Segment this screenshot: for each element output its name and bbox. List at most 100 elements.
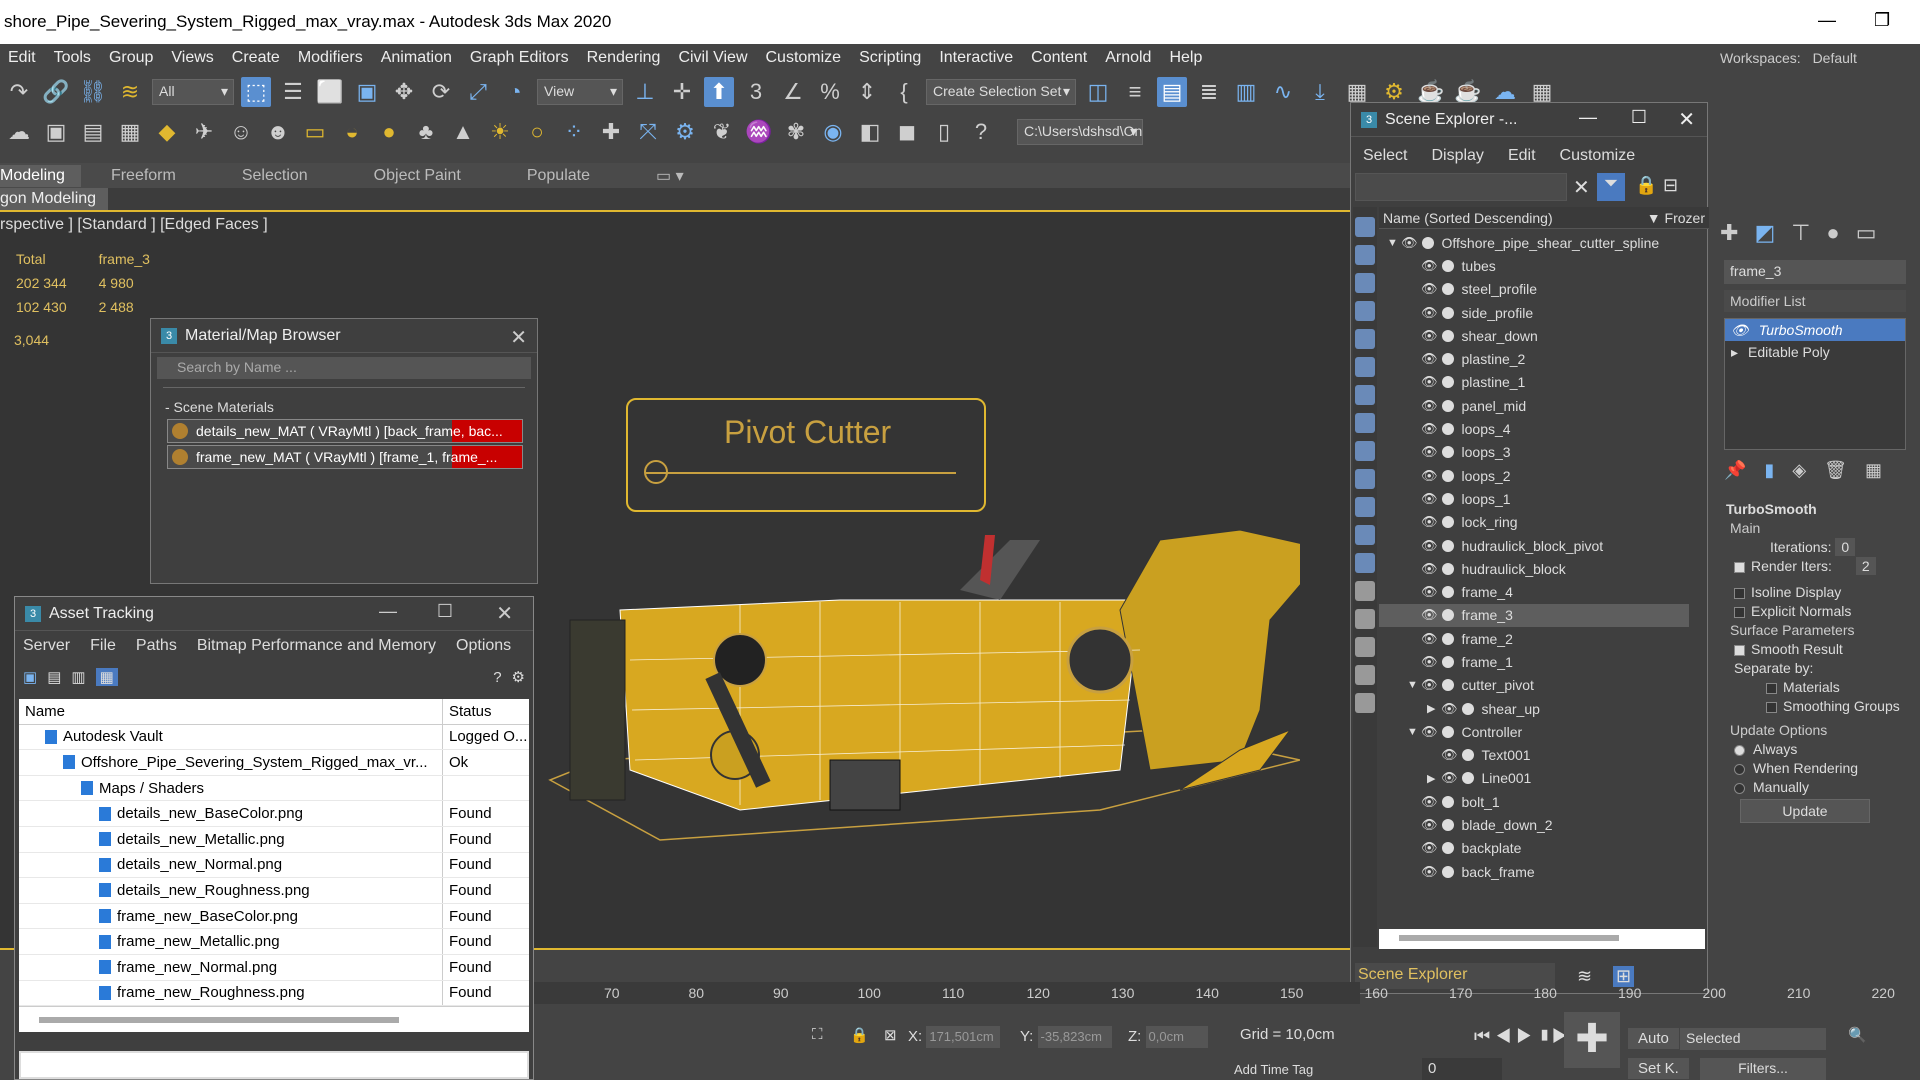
menu-create[interactable]: Create — [224, 49, 290, 67]
visibility-eye-icon[interactable]: 👁 — [1421, 561, 1438, 577]
controller-knob[interactable] — [644, 460, 668, 484]
minimize-button[interactable]: — — [1818, 10, 1836, 31]
dome-icon[interactable]: ◒ — [337, 117, 367, 147]
scene-node[interactable]: 👁 plastine_2 — [1379, 347, 1689, 370]
fern-icon[interactable]: ❦ — [707, 117, 737, 147]
shapes-filter-icon[interactable] — [1355, 273, 1375, 293]
auto-key-button[interactable]: Auto — [1628, 1028, 1679, 1049]
viewport-icon[interactable]: ▣ — [41, 117, 71, 147]
table-row[interactable]: frame_new_BaseColor.png Found — [19, 903, 529, 930]
clear-search-icon[interactable]: ✕ — [1573, 175, 1590, 200]
named-sets-icon[interactable]: { — [889, 77, 919, 107]
ribbon-tab-freeform[interactable]: Freeform — [81, 167, 212, 185]
visibility-eye-icon[interactable]: 👁 — [1421, 374, 1438, 390]
scene-node[interactable]: 👁 hudraulick_block — [1379, 557, 1689, 580]
cloud-icon[interactable]: ☁ — [4, 117, 34, 147]
scene-node[interactable]: 👁 hudraulick_block_pivot — [1379, 534, 1689, 557]
material-item[interactable]: frame_new_MAT ( VRayMtl ) [frame_1, fram… — [167, 445, 523, 469]
expand-arrow-icon[interactable]: ▶ — [1427, 772, 1441, 785]
x-field[interactable]: 171,501cm — [926, 1026, 1001, 1048]
funnel-icon[interactable] — [1355, 665, 1375, 685]
asset-menu-options[interactable]: Options — [456, 637, 511, 655]
materials-row[interactable]: Materials — [1766, 679, 1896, 695]
scene-menu-display[interactable]: Display — [1431, 147, 1483, 167]
scene-node[interactable]: 👁 lock_ring — [1379, 511, 1689, 534]
visibility-eye-icon[interactable]: 👁 — [1421, 864, 1438, 880]
iterations-spinner[interactable]: 0 — [1835, 538, 1856, 556]
display-tab-icon[interactable]: ▭ — [1856, 220, 1877, 246]
list-icon[interactable]: ▤ — [47, 668, 61, 686]
close-icon[interactable]: ✕ — [510, 325, 527, 350]
table-row[interactable]: details_new_BaseColor.png Found — [19, 801, 529, 827]
visibility-eye-icon[interactable]: 👁 — [1421, 794, 1438, 810]
rect-selection-icon[interactable]: ⬜ — [315, 77, 345, 107]
scene-node[interactable]: 👁 frame_2 — [1379, 627, 1689, 650]
visibility-eye-icon[interactable]: 👁 — [1421, 351, 1438, 367]
smooth-checkbox[interactable] — [1734, 644, 1745, 656]
scene-node[interactable]: 👁 loops_3 — [1379, 441, 1689, 464]
table-row[interactable]: frame_new_Roughness.png Found — [19, 980, 529, 1007]
pivot-icon[interactable]: ⊥ — [630, 77, 660, 107]
invert-icon[interactable] — [1355, 637, 1375, 657]
workspaces[interactable]: Workspaces: Default — [1720, 44, 1920, 72]
visibility-eye-icon[interactable]: 👁 — [1441, 701, 1458, 717]
table-row[interactable]: Autodesk Vault Logged O... — [19, 724, 529, 751]
material-search-input[interactable]: Search by Name ... — [157, 357, 531, 379]
scale-icon[interactable]: ⤢ — [463, 77, 493, 107]
time-tag[interactable]: Add Time Tag — [1234, 1062, 1313, 1077]
explicit-row[interactable]: Explicit Normals — [1734, 603, 1896, 619]
visibility-eye-icon[interactable]: 👁 — [1441, 770, 1458, 786]
window-crossing-icon[interactable]: ▣ — [352, 77, 382, 107]
groups-filter-icon[interactable] — [1355, 413, 1375, 433]
help-icon[interactable]: ? — [493, 669, 501, 686]
table-row[interactable]: frame_new_Normal.png Found — [19, 954, 529, 981]
angle-snap-icon[interactable]: ∠ — [778, 77, 808, 107]
menu-modifiers[interactable]: Modifiers — [290, 49, 373, 67]
select-object-icon[interactable]: ⬚ — [241, 77, 271, 107]
visibility-eye-icon[interactable]: 👁 — [1421, 491, 1438, 507]
visibility-eye-icon[interactable]: 👁 — [1421, 305, 1438, 321]
sphere-icon[interactable]: ● — [374, 117, 404, 147]
smoothing-row[interactable]: Smoothing Groups — [1766, 698, 1900, 714]
search-icon[interactable]: 🔍 — [1848, 1026, 1867, 1044]
materials-checkbox[interactable] — [1766, 682, 1777, 694]
menu-civil-view[interactable]: Civil View — [670, 49, 757, 67]
absolute-mode-icon[interactable]: ⊠ — [884, 1026, 897, 1044]
y-field[interactable]: -35,823cm — [1037, 1026, 1112, 1048]
curve-editor-icon[interactable]: ∿ — [1268, 77, 1298, 107]
scene-node[interactable]: 👁 frame_1 — [1379, 650, 1689, 673]
restore-button[interactable]: ❐ — [1874, 10, 1890, 31]
display-all-icon[interactable] — [1355, 217, 1375, 237]
frozen-filter-icon[interactable] — [1355, 525, 1375, 545]
make-unique-icon[interactable]: ◈ — [1792, 460, 1806, 481]
selection-set-dropdown[interactable]: Create Selection Set — [926, 79, 1076, 105]
hidden-filter-icon[interactable] — [1355, 553, 1375, 573]
place-icon[interactable]: ◔ — [500, 77, 530, 107]
layer-icon[interactable]: ◆ — [152, 117, 182, 147]
scene-node[interactable]: ▶ 👁 Line001 — [1379, 767, 1689, 790]
update-button[interactable]: Update — [1740, 799, 1870, 823]
explicit-checkbox[interactable] — [1734, 606, 1745, 618]
scene-node[interactable]: 👁 steel_profile — [1379, 278, 1689, 301]
select-by-name-icon[interactable]: ☰ — [278, 77, 308, 107]
table-row[interactable]: frame_new_Metallic.png Found — [19, 929, 529, 955]
visibility-eye-icon[interactable]: 👁 — [1421, 281, 1438, 297]
zoom-extents-icon[interactable]: ⛶ — [812, 1026, 823, 1043]
minimize-icon[interactable]: — — [1579, 107, 1597, 128]
visibility-eye-icon[interactable]: 👁 — [1421, 258, 1438, 274]
filters-button[interactable]: Filters... — [1700, 1058, 1826, 1080]
scene-menu-select[interactable]: Select — [1363, 147, 1407, 167]
visibility-eye-icon[interactable]: 👁 — [1421, 840, 1438, 856]
filter-icon[interactable]: ⏷ — [1597, 173, 1625, 201]
selection-filter[interactable]: All — [152, 79, 234, 105]
create-tab-icon[interactable]: ✚ — [1720, 220, 1738, 246]
smoothing-checkbox[interactable] — [1766, 701, 1777, 713]
modifier-stack-item[interactable]: ▸ Editable Poly — [1725, 341, 1905, 363]
scene-node[interactable]: ▼ 👁 Offshore_pipe_shear_cutter_spline — [1379, 231, 1689, 254]
geometry-filter-icon[interactable] — [1355, 245, 1375, 265]
particles-icon[interactable]: ⁘ — [559, 117, 589, 147]
selected-dropdown[interactable]: Selected — [1680, 1028, 1826, 1050]
modifier-stack-item[interactable]: 👁 TurboSmooth — [1725, 319, 1905, 341]
select-manipulate-icon[interactable]: ✛ — [667, 77, 697, 107]
helper-icon[interactable]: ✚ — [596, 117, 626, 147]
